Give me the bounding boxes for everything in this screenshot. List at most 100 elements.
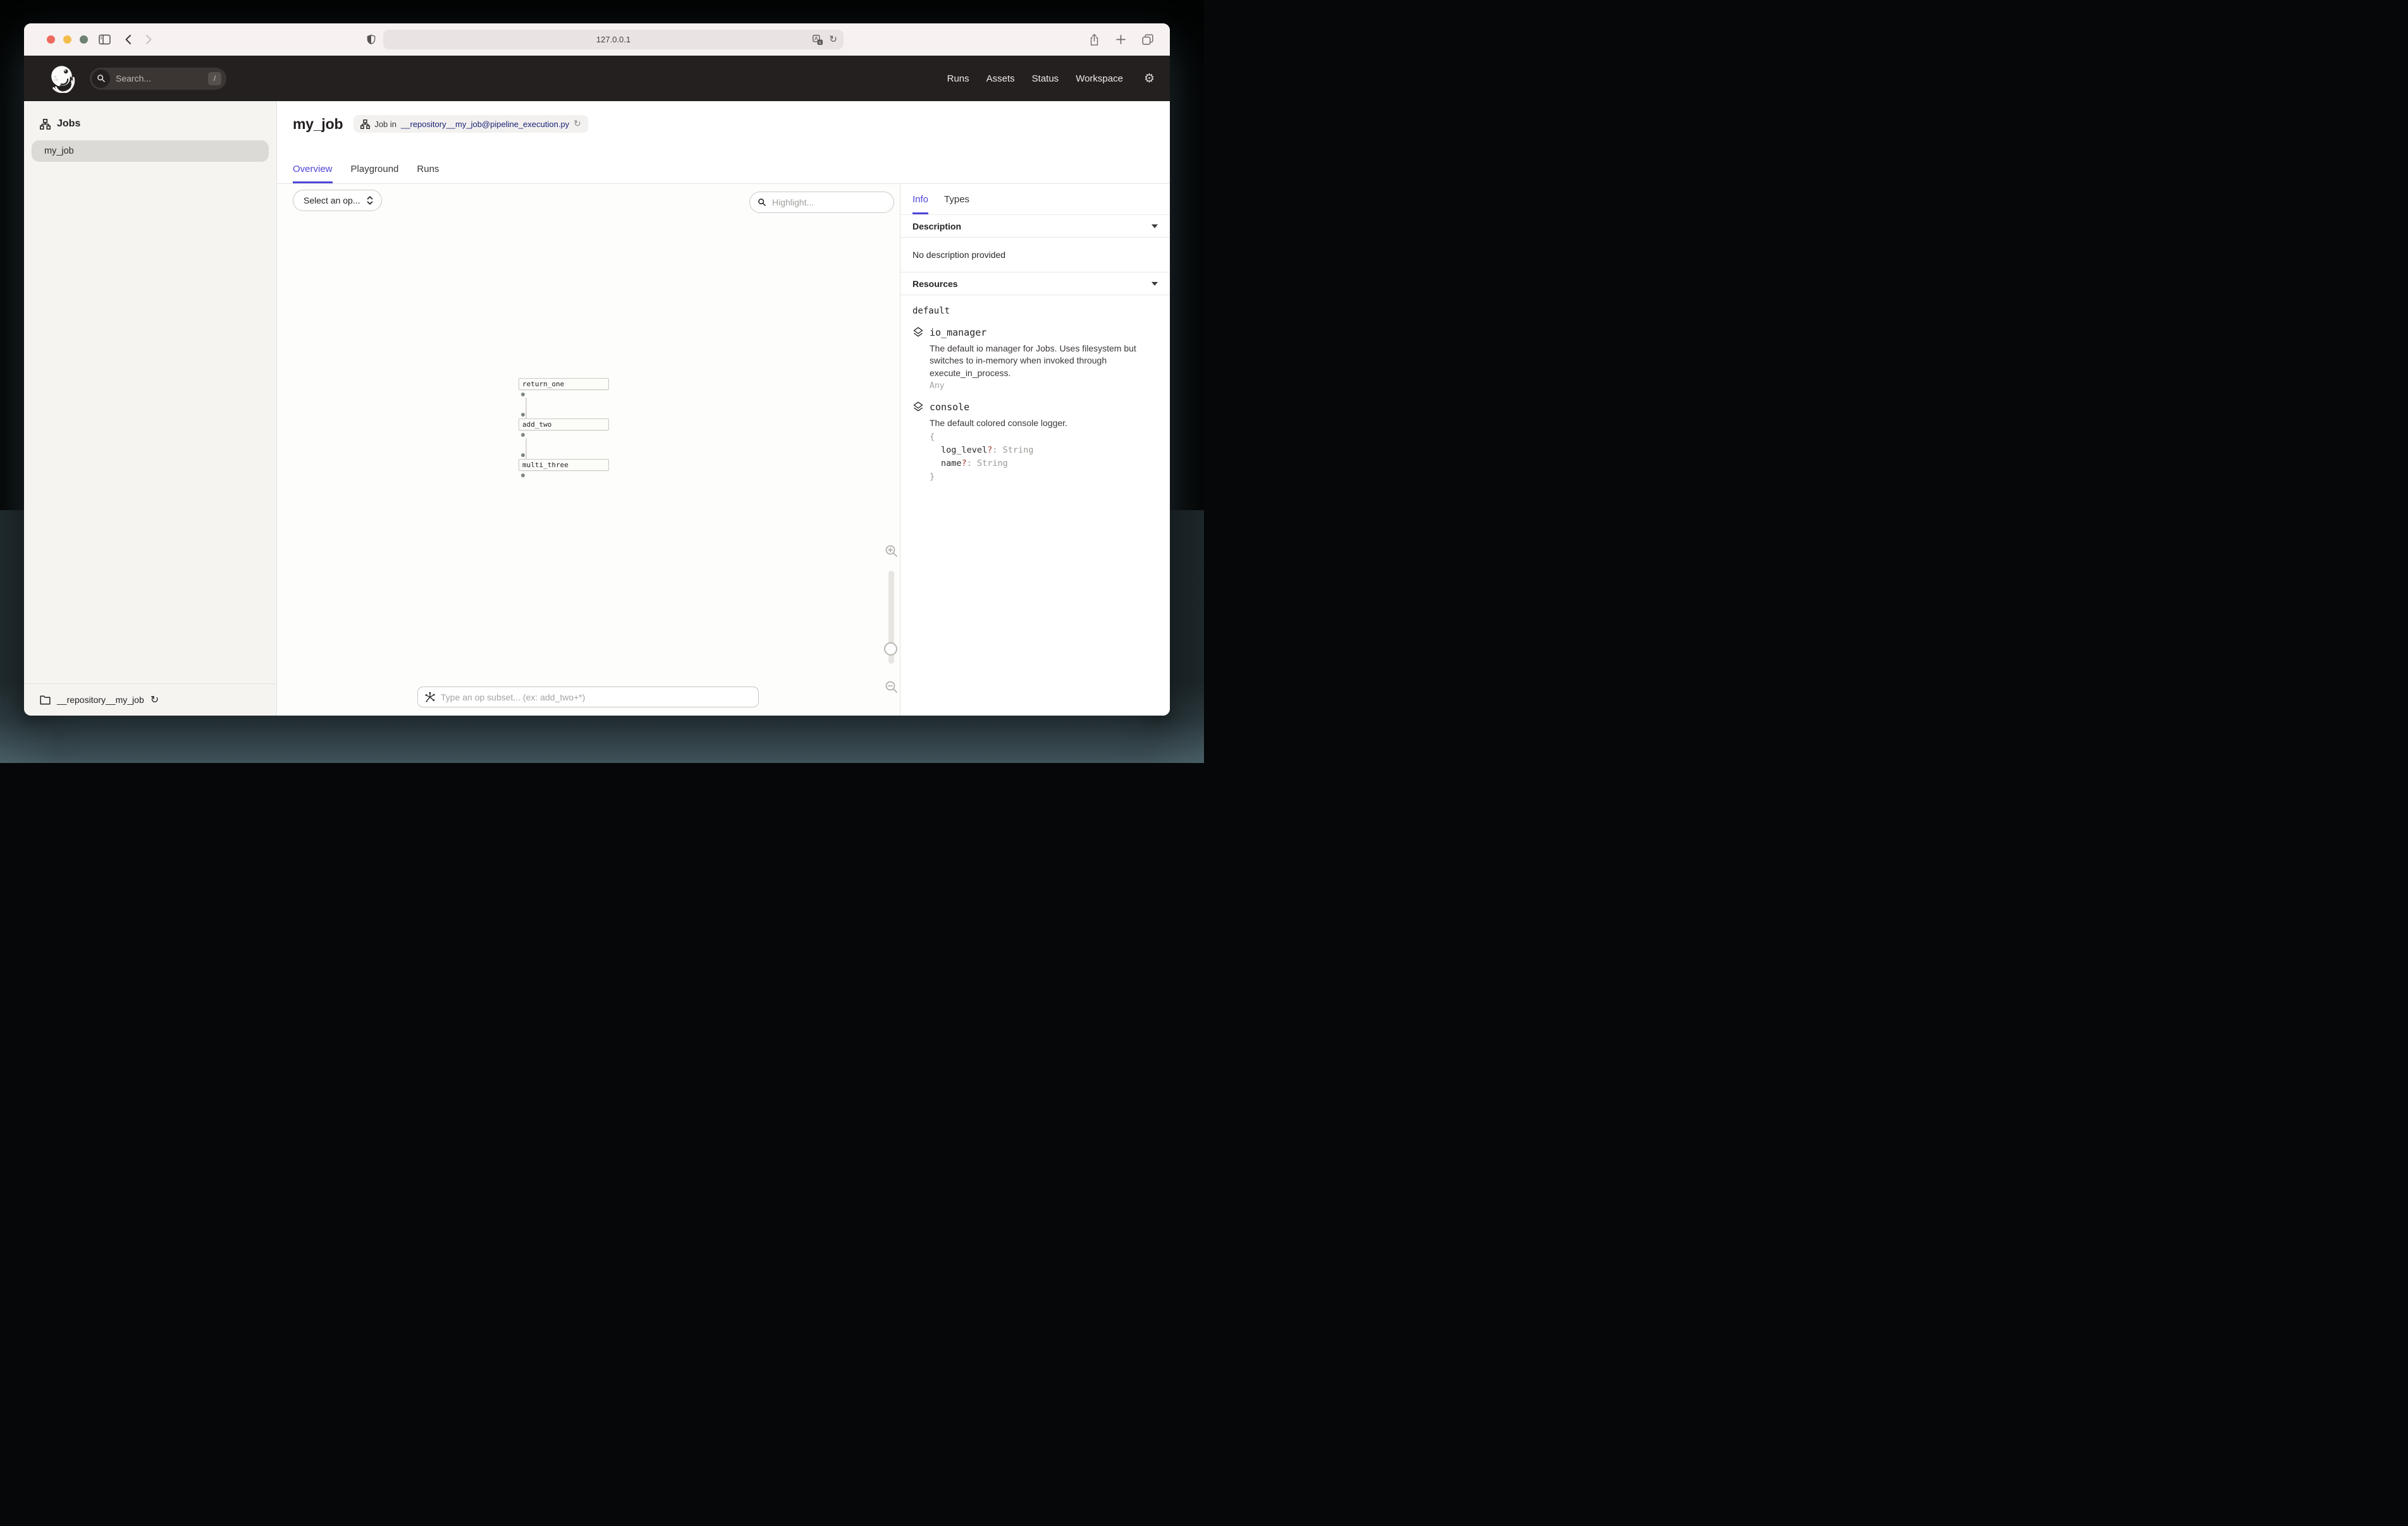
config-schema: { log_level?: String name?: String: [930, 430, 1158, 484]
tab-info[interactable]: Info: [912, 194, 928, 214]
shield-icon[interactable]: [367, 34, 376, 45]
op-subset-input[interactable]: [436, 692, 758, 702]
search-icon: [758, 198, 766, 207]
svg-text:x: x: [819, 39, 821, 44]
reload-icon[interactable]: ↻: [829, 35, 837, 44]
app-header: / Runs Assets Status Workspace ⚙: [24, 56, 1170, 101]
sidebar-toggle-icon[interactable]: [99, 34, 111, 45]
sidebar-title: Jobs: [57, 118, 80, 130]
job-icon: [40, 119, 51, 130]
search-shortcut-badge: /: [208, 72, 221, 85]
input-port-dot: [521, 453, 525, 457]
nav-workspace[interactable]: Workspace: [1076, 73, 1123, 84]
zoom-slider-handle[interactable]: [884, 642, 897, 656]
search-icon: [92, 70, 110, 88]
config-field-type: String: [1003, 445, 1034, 455]
output-port-dot: [521, 393, 525, 396]
description-section-header[interactable]: Description: [900, 215, 1170, 238]
sidebar-footer: __repository__my_job ↻: [24, 683, 276, 716]
minimize-window-button[interactable]: [63, 35, 71, 44]
address-bar[interactable]: 127.0.0.1 A x ↻: [383, 30, 844, 49]
tab-overview-icon[interactable]: [1142, 34, 1153, 45]
zoom-controls: [884, 544, 899, 702]
repository-link[interactable]: __repository__my_job: [57, 695, 144, 705]
output-port-dot: [521, 473, 525, 477]
op-selector-icon: [424, 692, 436, 703]
chevron-up-down-icon: [367, 195, 373, 205]
url-text: 127.0.0.1: [596, 35, 630, 44]
nav-status[interactable]: Status: [1032, 73, 1059, 84]
main-content: my_job: [277, 101, 1170, 716]
op-graph-canvas[interactable]: Select an op...: [277, 184, 900, 716]
highlight-input[interactable]: [766, 197, 894, 207]
resource-group-name: default: [912, 306, 1158, 316]
badge-prefix: Job in: [374, 119, 396, 129]
op-node-return-one[interactable]: return_one: [519, 378, 609, 390]
description-body: No description provided: [900, 238, 1170, 272]
browser-window: 127.0.0.1 A x ↻: [24, 23, 1170, 716]
resource-icon: [912, 401, 924, 413]
info-panel-tabs: Info Types: [900, 184, 1170, 215]
output-port-dot: [521, 433, 525, 437]
logger-console: console The default colored console logg…: [912, 401, 1158, 484]
op-node-multi-three[interactable]: multi_three: [519, 459, 609, 471]
job-icon: [360, 119, 370, 129]
config-field-type: String: [977, 458, 1008, 468]
gear-icon[interactable]: ⚙: [1144, 73, 1155, 85]
nav-assets[interactable]: Assets: [986, 73, 1015, 84]
tab-overview[interactable]: Overview: [293, 164, 333, 183]
zoom-out-icon[interactable]: [885, 680, 899, 694]
resource-description: The default io manager for Jobs. Uses fi…: [930, 343, 1148, 379]
edge-line: [525, 398, 527, 418]
fullscreen-window-button[interactable]: [80, 35, 88, 44]
op-node-add-two[interactable]: add_two: [519, 418, 609, 430]
job-header: my_job: [277, 101, 1170, 184]
config-field-name: log_level: [941, 445, 987, 455]
browser-toolbar: 127.0.0.1 A x ↻: [24, 23, 1170, 56]
job-origin-badge: Job in __repository__my_job@pipeline_exe…: [353, 115, 588, 133]
repository-file-link[interactable]: __repository__my_job@pipeline_execution.…: [401, 119, 569, 129]
translate-icon[interactable]: A x: [813, 35, 823, 45]
select-op-dropdown[interactable]: Select an op...: [293, 190, 382, 211]
share-icon[interactable]: [1089, 34, 1100, 46]
tab-playground[interactable]: Playground: [351, 164, 399, 183]
caret-down-icon: [1152, 282, 1158, 286]
dagster-logo[interactable]: [47, 64, 76, 93]
zoom-in-icon[interactable]: [885, 544, 899, 558]
traffic-lights: [47, 23, 88, 56]
info-panel: Info Types Description No description pr…: [900, 184, 1170, 716]
folder-icon: [40, 695, 51, 705]
app-nav: Runs Assets Status Workspace ⚙: [947, 73, 1155, 85]
resources-body: default io_manager: [900, 295, 1170, 494]
desktop-background: 127.0.0.1 A x ↻: [0, 0, 1204, 763]
forward-icon[interactable]: [145, 34, 152, 45]
sidebar-header: Jobs: [24, 101, 276, 130]
resource-name: console: [930, 401, 969, 413]
sidebar-item-label: my_job: [44, 146, 74, 156]
close-window-button[interactable]: [47, 35, 55, 44]
sidebar-item-my-job[interactable]: my_job: [32, 140, 269, 162]
nav-runs[interactable]: Runs: [947, 73, 969, 84]
global-search[interactable]: /: [90, 68, 226, 90]
repository-reload-icon[interactable]: ↻: [150, 695, 159, 705]
badge-reload-icon[interactable]: ↻: [574, 119, 581, 128]
search-input[interactable]: [110, 73, 208, 83]
resource-description: The default colored console logger.: [930, 417, 1148, 429]
resource-icon: [912, 327, 924, 338]
tab-types[interactable]: Types: [944, 194, 969, 214]
page-title: my_job: [293, 116, 343, 133]
tab-runs[interactable]: Runs: [417, 164, 439, 183]
resource-io-manager: io_manager The default io manager for Jo…: [912, 327, 1158, 391]
op-subset-bar[interactable]: [417, 687, 759, 707]
back-icon[interactable]: [125, 34, 132, 45]
config-field-name: name: [941, 458, 962, 468]
edge-line: [525, 438, 527, 459]
resource-name: io_manager: [930, 327, 986, 338]
resource-type: Any: [930, 381, 1158, 391]
new-tab-icon[interactable]: [1116, 35, 1126, 44]
caret-down-icon: [1152, 224, 1158, 228]
resources-section-header[interactable]: Resources: [900, 272, 1170, 295]
job-tabs: Overview Playground Runs: [293, 164, 439, 183]
jobs-sidebar: Jobs my_job __repository__my_job ↻: [24, 101, 277, 716]
highlight-search[interactable]: [749, 192, 894, 213]
